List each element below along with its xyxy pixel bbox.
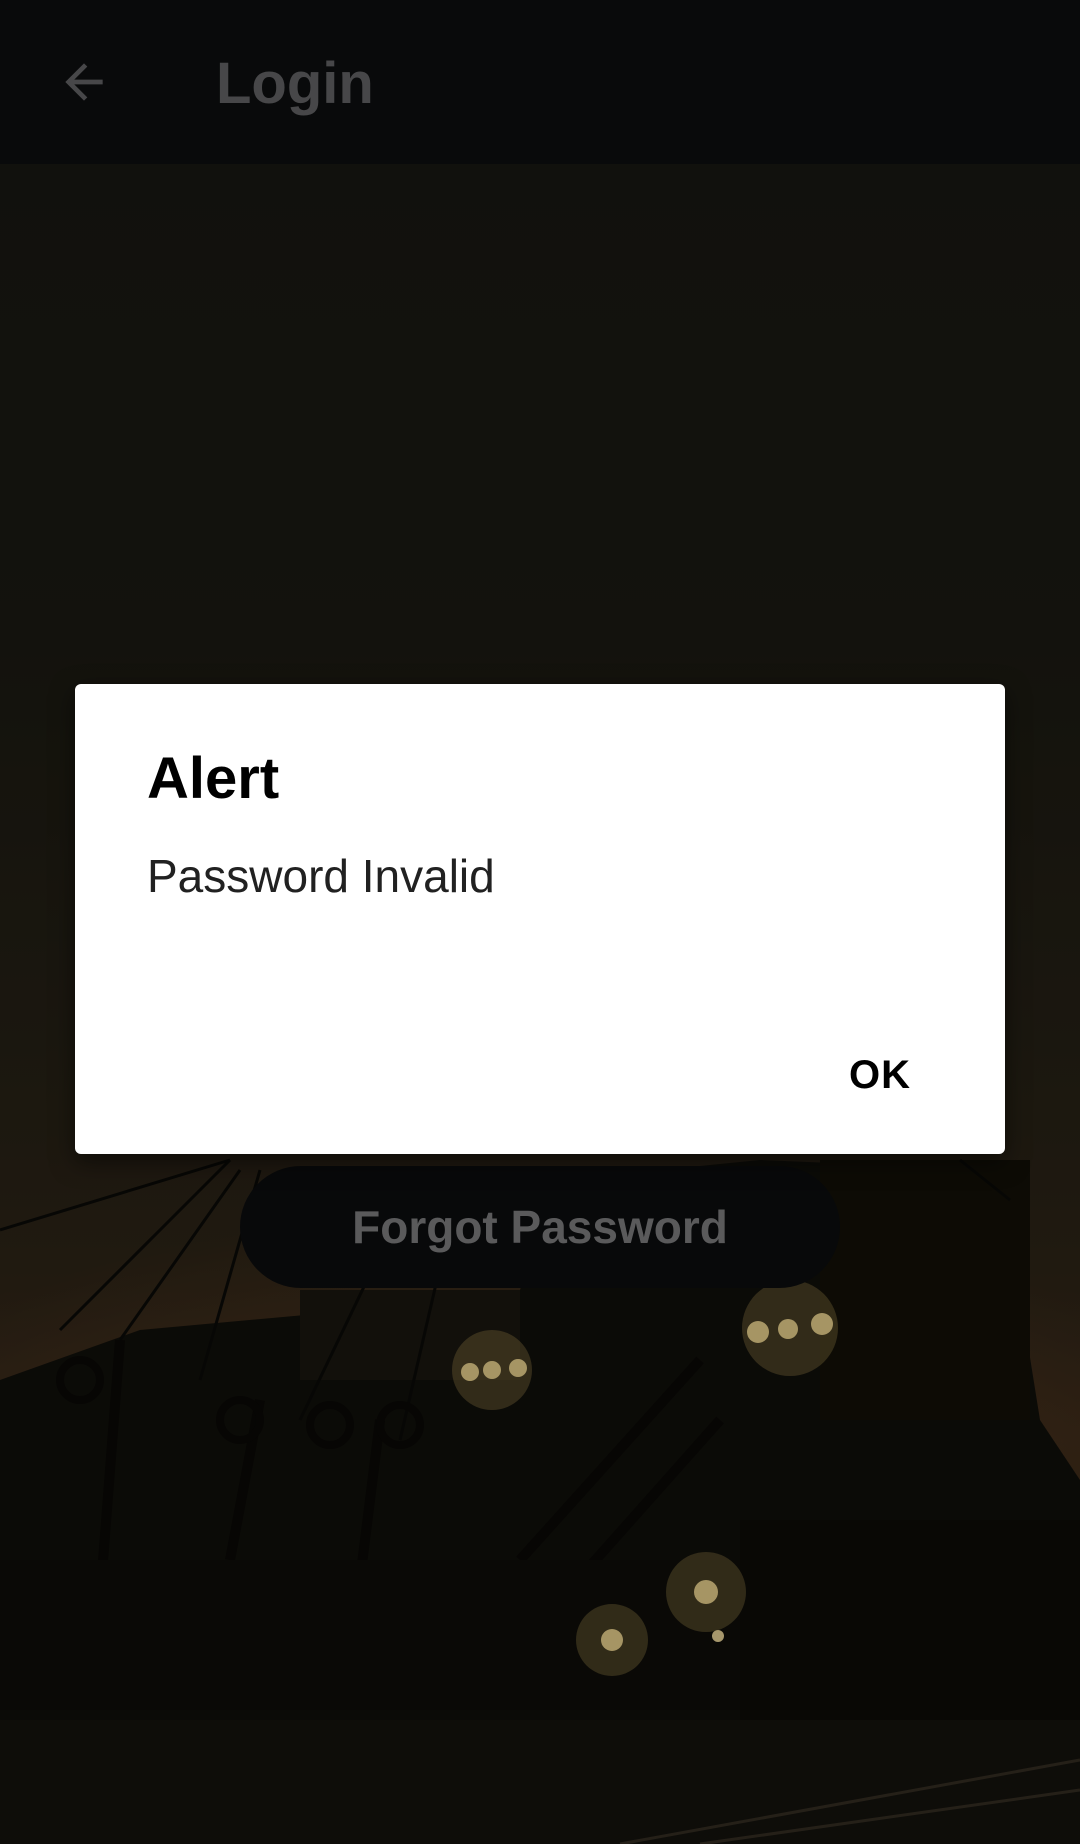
login-screen: Login Forgot Password Alert Password Inv… — [0, 0, 1080, 1844]
dialog-title: Alert — [147, 746, 280, 811]
dialog-message: Password Invalid — [147, 850, 495, 902]
alert-dialog: Alert Password Invalid OK — [75, 684, 1005, 1154]
ok-button[interactable]: OK — [839, 1049, 921, 1102]
